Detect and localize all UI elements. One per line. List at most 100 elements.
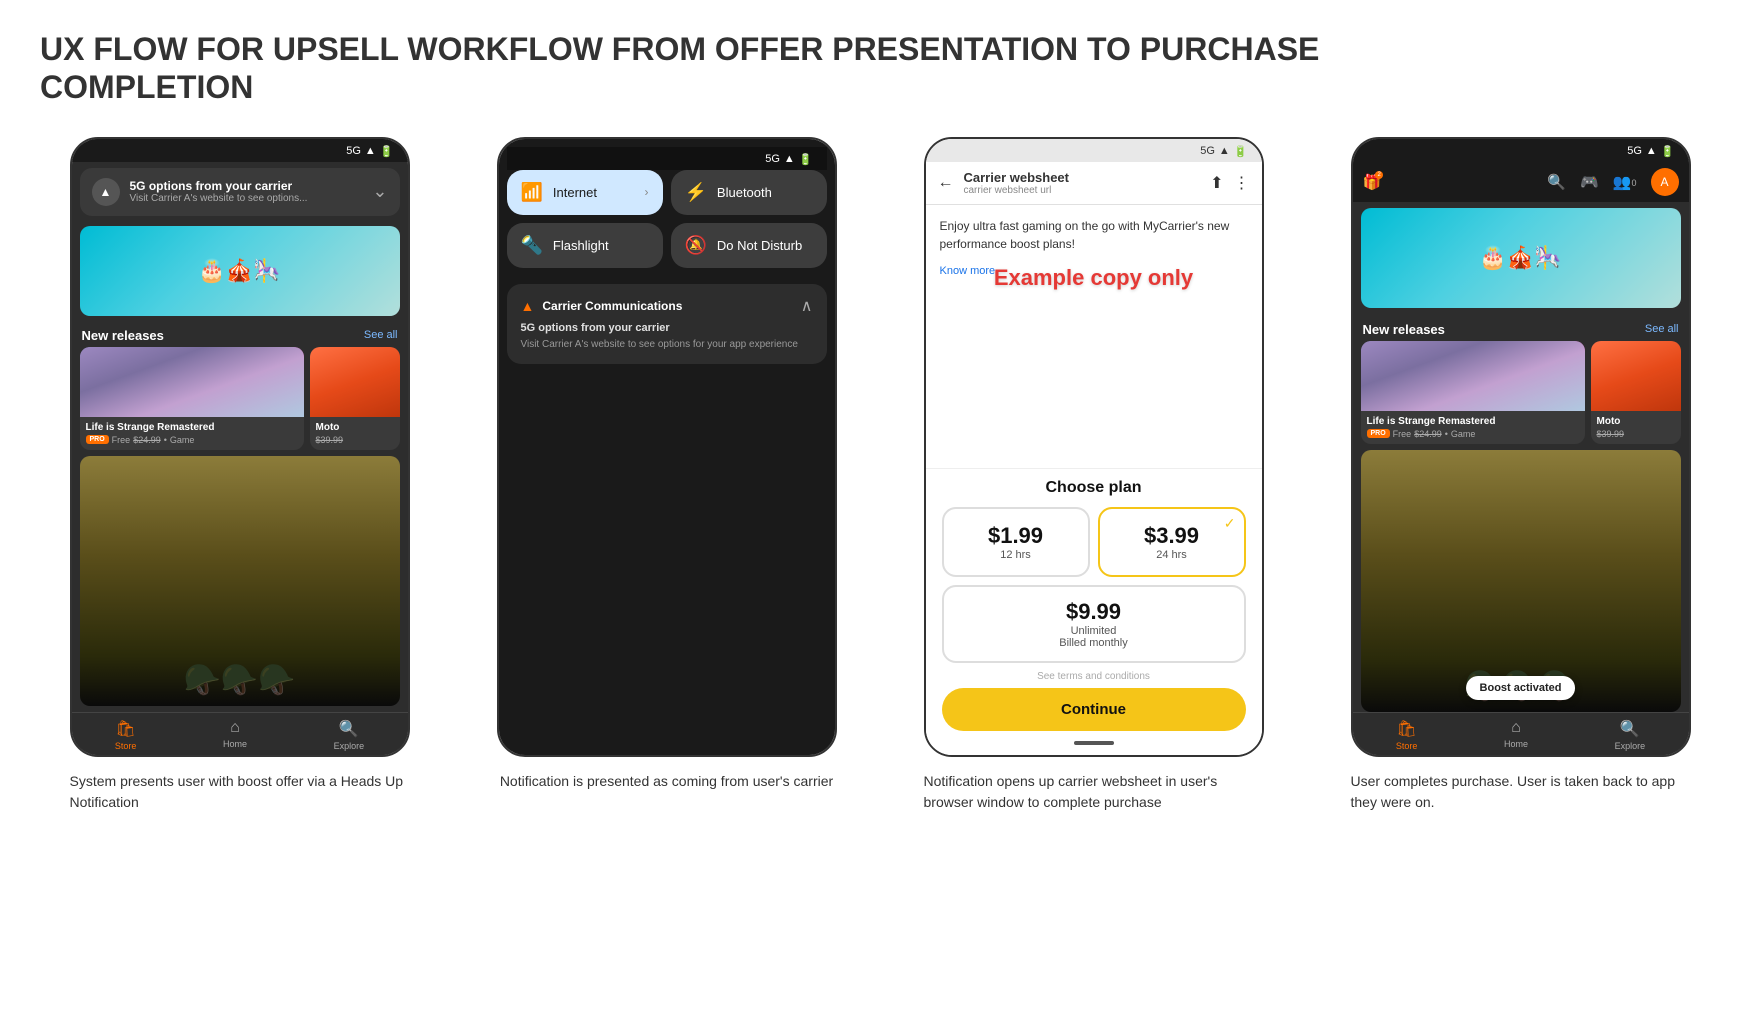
site-url: carrier websheet url — [964, 185, 1197, 196]
see-all4[interactable]: See all — [1645, 323, 1679, 335]
dnd-tile[interactable]: 🔕 Do Not Disturb — [671, 223, 827, 268]
banner-inner: 🎂🎪🎠 — [80, 226, 400, 316]
websheet-toolbar: ← Carrier websheet carrier websheet url … — [926, 162, 1262, 205]
game-type1: Game — [170, 435, 195, 445]
game-card4-2[interactable]: Moto $39.99 — [1591, 341, 1681, 444]
avatar4[interactable]: A — [1651, 168, 1679, 196]
back-button[interactable]: ← — [938, 174, 954, 192]
flashlight-icon: 🔦 — [521, 235, 543, 256]
store-nav-icon1: 🛍 — [115, 719, 135, 739]
section-title4: New releases — [1363, 322, 1445, 337]
gift-icon4[interactable]: 🎁2 — [1363, 173, 1382, 191]
plan-card-3[interactable]: $9.99 Unlimited Billed monthly — [942, 585, 1246, 663]
screen2-col: 5G ▲ 🔋 📶 Internet › ⚡ Bluetooth — [467, 137, 866, 793]
carrier-collapse-icon[interactable]: ∧ — [801, 296, 813, 316]
bottom-game-banner4: 🪖🪖🪖 Boost activated — [1361, 450, 1681, 712]
game-card4-2-img — [1591, 341, 1681, 411]
continue-button[interactable]: Continue — [942, 688, 1246, 731]
game-card4-2-info: Moto $39.99 — [1591, 411, 1681, 444]
nav-home4[interactable]: ⌂ Home — [1504, 719, 1528, 751]
screen4-statusbar: 5G ▲ 🔋 — [1353, 139, 1689, 162]
screen4-content: 5G ▲ 🔋 🎁2 🔍 🎮 👥0 A — [1353, 139, 1689, 755]
top-bar-right: 🔍 🎮 👥0 A — [1547, 168, 1678, 196]
plan-card-2[interactable]: ✓ $3.99 24 hrs — [1098, 507, 1246, 577]
screen1-col: 5G ▲ 🔋 ▲ 5G options from your carrier Vi… — [40, 137, 439, 814]
flashlight-tile[interactable]: 🔦 Flashlight — [507, 223, 663, 268]
pro-badge4: PRO — [1367, 429, 1390, 438]
screens-row: 5G ▲ 🔋 ▲ 5G options from your carrier Vi… — [40, 137, 1720, 814]
game-card4-1[interactable]: Life is Strange Remastered PRO Free $24.… — [1361, 341, 1585, 444]
screen2-statusbar: 5G ▲ 🔋 — [507, 147, 827, 170]
screen2-desc: Notification is presented as coming from… — [500, 771, 833, 793]
content-desc: Enjoy ultra fast gaming on the go with M… — [940, 217, 1248, 253]
internet-tile[interactable]: 📶 Internet › — [507, 170, 663, 215]
battery-icon3: 🔋 — [1234, 145, 1248, 158]
screen2-phone: 5G ▲ 🔋 📶 Internet › ⚡ Bluetooth — [497, 137, 837, 757]
games-row1: Life is Strange Remastered PRO Free $24.… — [72, 347, 408, 450]
bluetooth-tile[interactable]: ⚡ Bluetooth — [671, 170, 827, 215]
nav-store-label4: Store — [1396, 741, 1418, 751]
search-icon4[interactable]: 🔍 — [1547, 173, 1566, 191]
nav-store1[interactable]: 🛍 Store — [115, 719, 137, 751]
game-price4: $24.99 — [1414, 429, 1442, 439]
carrier-title: Carrier Communications — [542, 299, 792, 313]
game-card2[interactable]: Moto $39.99 — [310, 347, 400, 450]
people-icon4[interactable]: 👥0 — [1613, 173, 1637, 191]
notif-text-area: 5G options from your carrier Visit Carri… — [130, 179, 363, 204]
quick-tiles: 📶 Internet › ⚡ Bluetooth 🔦 Flashlight 🔕 — [507, 170, 827, 268]
game-meta4-1: PRO Free $24.99 • Game — [1367, 429, 1579, 439]
home-indicator3 — [1074, 741, 1114, 745]
store-top-bar4: 🎁2 🔍 🎮 👥0 A — [1353, 162, 1689, 202]
nav-explore1[interactable]: 🔍 Explore — [334, 719, 365, 751]
controller-icon4[interactable]: 🎮 — [1580, 173, 1599, 191]
lis-bg — [80, 347, 304, 417]
screen3-status-text: 5G — [1200, 145, 1215, 157]
game-price2: $39.99 — [316, 435, 344, 445]
screen2-status-text: 5G — [765, 153, 780, 165]
game-card2-img — [310, 347, 400, 417]
nav-store4[interactable]: 🛍 Store — [1396, 719, 1418, 751]
notif-subtitle: Visit Carrier A's website to see options… — [130, 193, 363, 204]
top-bar-left: 🎁2 — [1363, 173, 1382, 191]
screen1-phone: 5G ▲ 🔋 ▲ 5G options from your carrier Vi… — [70, 137, 410, 757]
section-title1: New releases — [82, 328, 164, 343]
game-card1-info: Life is Strange Remastered PRO Free $24.… — [80, 417, 304, 450]
plan1-price: $1.99 — [954, 523, 1078, 549]
gift-notif-dot: 2 — [1375, 171, 1383, 179]
game-card1[interactable]: Life is Strange Remastered PRO Free $24.… — [80, 347, 304, 450]
headsup-notification[interactable]: ▲ 5G options from your carrier Visit Car… — [80, 168, 400, 216]
battery-icon2: 🔋 — [799, 153, 813, 166]
banner-emoji: 🎂🎪🎠 — [198, 258, 280, 284]
screen3-phone: 5G ▲ 🔋 ← Carrier websheet carrier webshe… — [924, 137, 1264, 757]
plan-card-1[interactable]: $1.99 12 hrs — [942, 507, 1090, 577]
know-more-link[interactable]: Know more — [940, 265, 996, 277]
see-all1[interactable]: See all — [364, 329, 398, 341]
flashlight-label: Flashlight — [553, 238, 609, 253]
game-card2-info: Moto $39.99 — [310, 417, 400, 450]
screen3-desc: Notification opens up carrier websheet i… — [924, 771, 1264, 814]
moto-bg4 — [1591, 341, 1681, 411]
game-meta1: PRO Free $24.99 • Game — [86, 435, 298, 445]
game-name4-2: Moto — [1597, 416, 1675, 427]
game-meta4-2: $39.99 — [1597, 429, 1675, 439]
game-free4: Free — [1393, 429, 1412, 439]
plan-cards: $1.99 12 hrs ✓ $3.99 24 hrs — [942, 507, 1246, 577]
nav-explore4[interactable]: 🔍 Explore — [1615, 719, 1646, 751]
terms-text[interactable]: See terms and conditions — [942, 671, 1246, 682]
more-icon[interactable]: ⋮ — [1234, 173, 1250, 193]
screen4-status-text: 5G — [1627, 145, 1642, 157]
nav-home1[interactable]: ⌂ Home — [223, 719, 247, 751]
share-icon[interactable]: ⬆ — [1210, 173, 1223, 193]
carrier-signal-icon: ▲ — [521, 298, 535, 314]
page-title: UX FLOW FOR UPSELL WORKFLOW FROM OFFER P… — [40, 30, 1340, 107]
notif-expand-icon[interactable]: ⌄ — [372, 181, 387, 202]
signal-icon2: ▲ — [784, 153, 795, 165]
screen1-content: 5G ▲ 🔋 ▲ 5G options from your carrier Vi… — [72, 139, 408, 755]
nav-store-label1: Store — [115, 741, 137, 751]
section-header1: New releases See all — [72, 320, 408, 347]
notif-title: 5G options from your carrier — [130, 179, 363, 193]
soldier-icon1: 🪖🪖🪖 — [183, 663, 295, 698]
websheet-content: Enjoy ultra fast gaming on the go with M… — [926, 205, 1262, 468]
home-nav-icon4: ⌂ — [1511, 719, 1521, 737]
explore-nav-icon1: 🔍 — [339, 719, 359, 739]
